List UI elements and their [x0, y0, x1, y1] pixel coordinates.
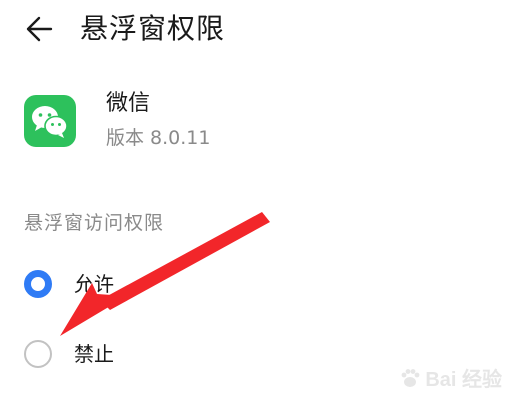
arrow-left-icon: [26, 16, 53, 42]
radio-unselected-icon[interactable]: [24, 340, 52, 368]
paw-logo-icon: [401, 368, 420, 387]
permission-page: 悬浮窗权限 微信 版本 8.0.11 悬浮窗访问权限 允许 禁止 Bai 经验: [0, 0, 516, 408]
watermark-text: Bai 经验: [425, 369, 502, 391]
option-label: 允许: [74, 272, 114, 296]
option-deny[interactable]: 禁止: [24, 337, 114, 371]
wechat-icon: [24, 95, 76, 147]
option-allow[interactable]: 允许: [24, 267, 114, 301]
watermark: Bai 经验: [399, 363, 502, 392]
section-label: 悬浮窗访问权限: [24, 212, 165, 234]
app-version: 版本 8.0.11: [106, 127, 211, 149]
app-name: 微信: [106, 91, 151, 116]
page-title: 悬浮窗权限: [80, 12, 226, 45]
option-label: 禁止: [74, 342, 114, 366]
back-button[interactable]: [22, 12, 56, 46]
radio-selected-icon[interactable]: [24, 270, 52, 298]
